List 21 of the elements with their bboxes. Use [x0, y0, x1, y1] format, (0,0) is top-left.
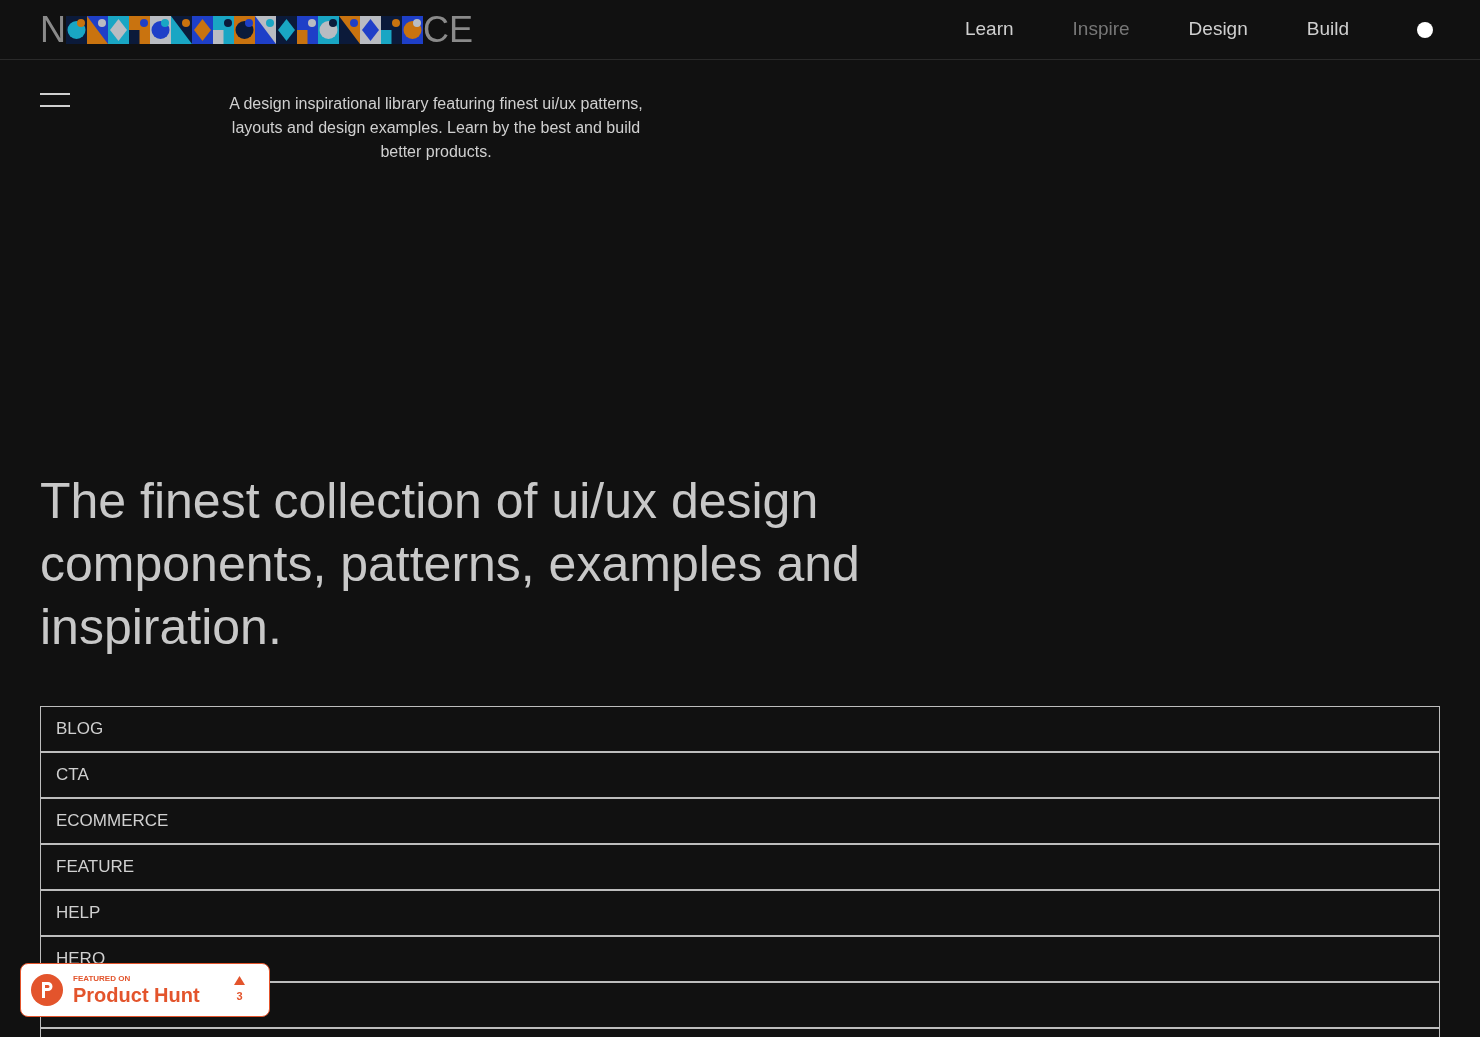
- badge-title: Product Hunt: [73, 984, 200, 1006]
- category-row[interactable]: CTA: [40, 752, 1440, 798]
- product-hunt-logo-icon: [31, 974, 63, 1006]
- category-row[interactable]: HELP: [40, 890, 1440, 936]
- menu-icon[interactable]: [40, 93, 70, 107]
- logo-letter: N: [40, 11, 66, 48]
- nav-link[interactable]: Learn: [964, 15, 1014, 44]
- tagline: A design inspirational library featuring finest ui/ux patterns, layouts and design examples. Learn by the best and build better products.: [228, 94, 644, 162]
- vote-count: 3: [236, 988, 243, 1004]
- nav-link[interactable]: Design: [1188, 15, 1248, 44]
- category-row[interactable]: ECOMMERCE: [40, 798, 1440, 844]
- badge-caption: FEATURED ON: [73, 974, 132, 984]
- category-row[interactable]: FEATURE: [40, 844, 1440, 890]
- nav-link[interactable]: Inspire: [1072, 15, 1130, 44]
- headline: The finest collection of ui/ux design components, patterns, examples and inspiration.: [40, 472, 861, 657]
- product-hunt-badge-toast[interactable]: FEATURED ON Product Hunt 3: [20, 963, 270, 1017]
- logo-letters: CE: [423, 11, 473, 48]
- theme-toggle-button[interactable]: [1417, 21, 1433, 38]
- upvote-icon: [234, 975, 245, 985]
- category-row[interactable]: BLOG: [40, 706, 1440, 752]
- nav-link[interactable]: Build: [1306, 15, 1349, 44]
